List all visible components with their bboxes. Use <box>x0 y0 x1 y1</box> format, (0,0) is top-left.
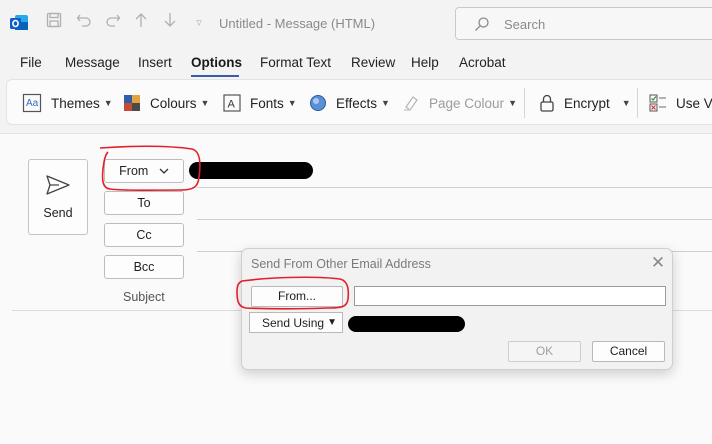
colours-icon <box>124 95 140 111</box>
annotation-circle <box>236 276 350 310</box>
cc-button[interactable]: Cc <box>104 223 184 247</box>
page-colour-label: Page Colour <box>429 95 505 111</box>
redo-icon[interactable] <box>102 12 124 34</box>
arrow-up-icon[interactable] <box>130 12 152 34</box>
tab-review[interactable]: Review <box>351 55 395 70</box>
chevron-down-icon: ▼ <box>200 98 210 108</box>
tab-insert[interactable]: Insert <box>138 55 172 70</box>
search-input[interactable]: Search <box>455 7 712 40</box>
page-colour-icon <box>404 96 418 111</box>
chevron-down-icon: ▼ <box>381 98 390 108</box>
active-tab-indicator <box>191 75 239 77</box>
chevron-down-icon: ▼ <box>508 98 517 108</box>
send-label: Send <box>43 206 73 220</box>
send-using-dropdown[interactable]: Send Using ▼ <box>249 312 343 333</box>
fonts-button[interactable]: A Fonts ▼ <box>223 92 297 114</box>
bcc-button[interactable]: Bcc <box>104 255 184 279</box>
send-button[interactable]: Send <box>28 159 88 235</box>
ribbon-divider <box>637 88 638 118</box>
window-title: Untitled - Message (HTML) <box>219 16 376 31</box>
effects-button[interactable]: Effects ▼ <box>309 92 390 114</box>
use-voting-buttons-button[interactable]: Use Vo <box>649 92 712 114</box>
page-colour-button[interactable]: Page Colour ▼ <box>402 92 517 114</box>
tab-help[interactable]: Help <box>411 55 439 70</box>
undo-icon[interactable] <box>73 12 95 34</box>
themes-button[interactable]: Aa Themes ▼ <box>22 92 113 114</box>
fonts-label: Fonts <box>250 95 284 111</box>
dropdown-arrow-icon: ▼ <box>327 317 337 328</box>
cancel-button[interactable]: Cancel <box>592 341 665 362</box>
search-placeholder: Search <box>504 17 546 32</box>
ok-button[interactable]: OK <box>508 341 581 362</box>
encrypt-label: Encrypt <box>564 95 610 111</box>
svg-text:A: A <box>228 99 236 111</box>
save-icon[interactable] <box>43 12 65 34</box>
to-field-line <box>197 219 712 220</box>
customize-toolbar-icon[interactable]: ▿ <box>188 12 210 34</box>
chevron-down-icon: ▼ <box>103 98 113 108</box>
tab-options[interactable]: Options <box>191 55 242 70</box>
tab-message[interactable]: Message <box>65 55 120 70</box>
ribbon: Aa Themes ▼ Colours ▼ A Fonts ▼ Effects ▼ Pa… <box>6 79 712 125</box>
chevron-down-icon: ▼ <box>287 98 297 108</box>
colours-button[interactable]: Colours ▼ <box>123 92 209 114</box>
arrow-down-icon[interactable] <box>159 12 181 34</box>
redacted-from-address <box>189 162 313 179</box>
themes-label: Themes <box>51 95 100 111</box>
effects-label: Effects <box>336 95 378 111</box>
use-voting-label: Use Vo <box>676 95 712 111</box>
from-field-line <box>197 187 712 188</box>
effects-icon <box>310 95 326 111</box>
voting-icon <box>649 94 666 112</box>
send-icon <box>46 175 70 195</box>
fonts-icon: A <box>223 94 241 112</box>
annotation-circle <box>99 145 201 192</box>
svg-text:Aa: Aa <box>26 98 39 109</box>
title-bar: ▿ Untitled - Message (HTML) Search <box>0 0 712 48</box>
close-icon[interactable]: ✕ <box>649 254 667 272</box>
tab-format-text[interactable]: Format Text <box>260 55 331 70</box>
search-icon <box>475 17 489 31</box>
colours-label: Colours <box>150 95 197 111</box>
chevron-down-icon: ▼ <box>621 98 631 108</box>
send-using-label: Send Using <box>262 316 325 330</box>
tab-acrobat[interactable]: Acrobat <box>459 55 506 70</box>
outlook-icon[interactable] <box>8 12 30 34</box>
ribbon-divider <box>524 88 525 118</box>
tab-file[interactable]: File <box>20 55 42 70</box>
from-address-input[interactable] <box>354 286 666 306</box>
encrypt-button[interactable]: Encrypt ▼ <box>539 92 631 114</box>
subject-label: Subject <box>123 290 165 304</box>
redacted-send-using-account <box>348 316 465 332</box>
lock-icon <box>540 94 554 112</box>
dialog-title: Send From Other Email Address <box>251 257 431 271</box>
themes-icon: Aa <box>22 93 42 113</box>
